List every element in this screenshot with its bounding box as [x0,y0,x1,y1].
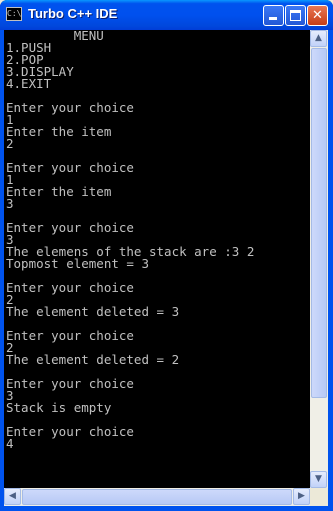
close-icon: ✕ [312,8,323,23]
scroll-right-button[interactable]: ▶ [293,488,310,505]
console-line: Enter your choice [6,100,134,115]
console-window: C:\ Turbo C++ IDE ✕ MENU 1.PUSH 2.POP 3.DIS… [0,0,333,511]
console-output-area[interactable]: MENU 1.PUSH 2.POP 3.DISPLAY 4.EXIT Enter your… [4,30,310,488]
vertical-scrollbar[interactable]: ▲ ▼ [310,30,328,488]
console-line: Enter your choice [6,328,134,343]
console-text: MENU 1.PUSH 2.POP 3.DISPLAY 4.EXIT Enter your… [4,30,310,450]
console-line: Enter your choice [6,424,134,439]
console-line: 4 [6,436,14,451]
console-line: Enter your choice [6,280,134,295]
arrow-up-icon: ▲ [315,33,322,43]
console-line: Enter your choice [6,376,134,391]
console-line: 3 [6,196,14,211]
console-line: The element deleted = 2 [6,352,180,367]
console-app-icon[interactable]: C:\ [6,7,22,21]
title-bar[interactable]: C:\ Turbo C++ IDE ✕ [0,0,333,30]
console-line: 3.DISPLAY [6,64,74,79]
maximize-button[interactable] [285,5,306,26]
console-line: Topmost element = 3 [6,256,149,271]
maximize-icon [290,10,301,21]
minimize-icon [269,17,277,20]
arrow-right-icon: ▶ [298,491,305,501]
console-line: Stack is empty [6,400,112,415]
console-line: 2 [6,136,14,151]
window-title: Turbo C++ IDE [28,6,118,21]
console-line: 4.EXIT [6,76,52,91]
console-line: Enter the item [6,184,112,199]
horizontal-scroll-thumb[interactable] [22,489,292,505]
arrow-down-icon: ▼ [315,474,322,484]
console-line: Enter your choice [6,160,134,175]
scroll-down-button[interactable]: ▼ [310,471,327,488]
horizontal-scrollbar[interactable]: ◀ ▶ [4,488,310,506]
scroll-left-button[interactable]: ◀ [4,488,21,505]
scrollbar-corner [310,488,328,506]
minimize-button[interactable] [263,5,284,26]
close-button[interactable]: ✕ [307,5,328,26]
console-line: 1.PUSH [6,40,52,55]
console-line: The element deleted = 3 [6,304,180,319]
console-line: Enter your choice [6,220,134,235]
vertical-scroll-thumb[interactable] [311,48,327,398]
scroll-up-button[interactable]: ▲ [310,30,327,47]
console-line: Enter the item [6,124,112,139]
arrow-left-icon: ◀ [9,491,16,501]
console-line: MENU [6,30,104,43]
